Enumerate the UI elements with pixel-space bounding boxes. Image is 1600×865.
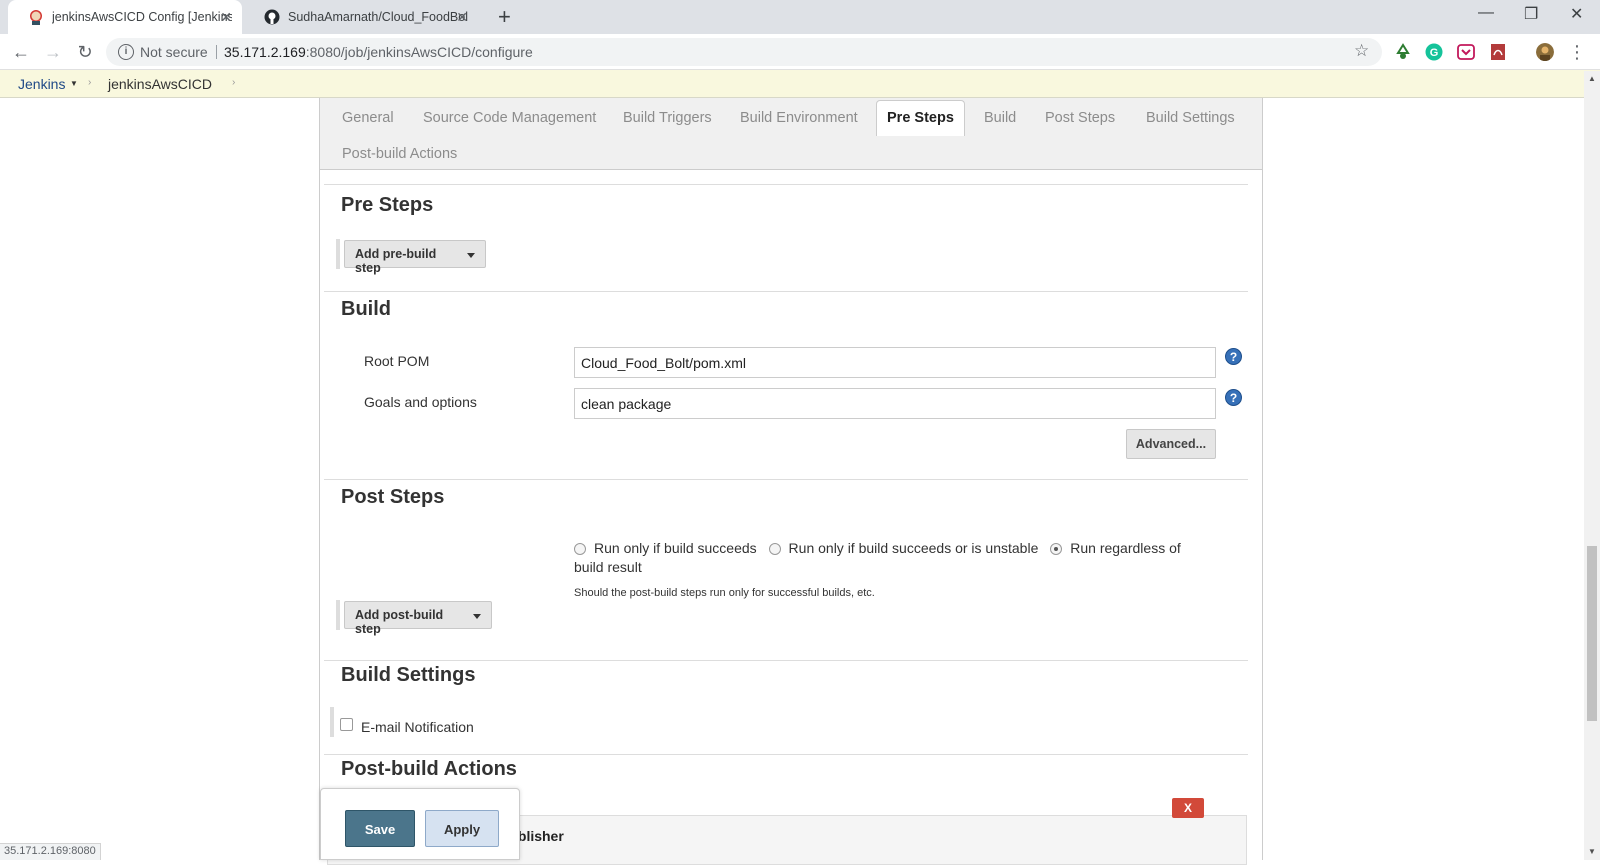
- tab-build-settings[interactable]: Build Settings: [1146, 110, 1235, 126]
- url-path: :8080/job/jenkinsAwsCICD/configure: [305, 44, 533, 60]
- browser-tab-strip: jenkinsAwsCICD Config [Jenkins] ✕ SudhaA…: [0, 0, 1600, 34]
- breadcrumb-separator-icon[interactable]: ›: [232, 77, 235, 88]
- tab-post-steps[interactable]: Post Steps: [1045, 110, 1115, 126]
- section-indent-bar: [330, 707, 334, 737]
- post-build-actions-heading: Post-build Actions: [341, 758, 517, 780]
- tab-build-environment[interactable]: Build Environment: [740, 110, 858, 126]
- page-scrollbar[interactable]: ▲ ▼: [1584, 71, 1600, 860]
- divider: [216, 45, 217, 59]
- radio-label: Run only if build succeeds: [594, 540, 757, 556]
- section-divider: [324, 291, 1248, 292]
- url-host: 35.171.2.169: [224, 44, 306, 60]
- section-indent-bar: [336, 600, 340, 630]
- address-bar[interactable]: i Not secure 35.171.2.169:8080/job/jenki…: [106, 38, 1382, 66]
- section-divider: [324, 479, 1248, 480]
- post-steps-heading: Post Steps: [341, 486, 445, 508]
- tab-title: jenkinsAwsCICD Config [Jenkins]: [52, 10, 232, 24]
- minimize-icon[interactable]: —: [1478, 4, 1494, 22]
- add-pre-build-step-label: Add pre-build step: [355, 247, 437, 275]
- status-url: 35.171.2.169:8080: [0, 843, 101, 860]
- tab-general[interactable]: General: [342, 110, 394, 126]
- recycle-extension-icon[interactable]: [1394, 43, 1412, 61]
- jenkins-icon: [30, 10, 42, 25]
- info-icon[interactable]: i: [118, 44, 134, 60]
- section-indent-bar: [336, 239, 340, 269]
- tab-build[interactable]: Build: [984, 110, 1016, 126]
- email-notification-checkbox[interactable]: [340, 718, 353, 731]
- scrollbar-thumb[interactable]: [1587, 546, 1597, 721]
- profile-avatar[interactable]: [1536, 43, 1554, 61]
- post-steps-description: Should the post-build steps run only for…: [574, 587, 875, 599]
- radio-success-only[interactable]: [574, 543, 586, 555]
- breadcrumb: Jenkins ▼ › jenkinsAwsCICD ›: [0, 70, 1600, 98]
- help-icon[interactable]: ?: [1225, 389, 1242, 406]
- svg-text:G: G: [1430, 47, 1439, 59]
- scroll-up-icon[interactable]: ▲: [1588, 74, 1596, 83]
- config-tab-bar: General Source Code Management Build Tri…: [320, 98, 1262, 170]
- delete-publisher-button[interactable]: X: [1172, 798, 1204, 818]
- browser-tab-jenkins[interactable]: jenkinsAwsCICD Config [Jenkins] ✕: [8, 0, 242, 34]
- help-icon[interactable]: ?: [1225, 348, 1242, 365]
- advanced-button[interactable]: Advanced...: [1126, 429, 1216, 459]
- goals-label: Goals and options: [364, 394, 477, 410]
- reload-icon[interactable]: ↻: [74, 41, 96, 63]
- radio-success-or-unstable[interactable]: [768, 543, 781, 555]
- breadcrumb-job[interactable]: jenkinsAwsCICD: [108, 76, 212, 92]
- breadcrumb-jenkins[interactable]: Jenkins: [18, 76, 65, 92]
- radio-regardless[interactable]: [1050, 543, 1063, 555]
- build-heading: Build: [341, 298, 391, 320]
- back-icon[interactable]: ←: [10, 41, 32, 63]
- add-pre-build-step-button[interactable]: Add pre-build step: [344, 240, 486, 275]
- tab-source-code-management[interactable]: Source Code Management: [423, 110, 596, 126]
- config-panel: General Source Code Management Build Tri…: [319, 98, 1263, 865]
- goals-input[interactable]: [574, 388, 1216, 419]
- browser-menu-icon[interactable]: ⋮: [1566, 41, 1588, 63]
- email-notification-label: E-mail Notification: [361, 719, 474, 735]
- new-tab-button[interactable]: +: [498, 6, 511, 28]
- restore-icon[interactable]: ❐: [1524, 4, 1538, 24]
- close-tab-icon[interactable]: ✕: [456, 9, 468, 25]
- security-label: Not secure: [140, 44, 208, 60]
- section-divider: [324, 184, 1248, 185]
- build-settings-heading: Build Settings: [341, 664, 476, 686]
- tab-title: SudhaAmarnath/Cloud_FoodBolt: [288, 10, 468, 24]
- caret-down-icon: [467, 253, 475, 258]
- tab-post-build-actions[interactable]: Post-build Actions: [342, 146, 457, 162]
- chevron-down-icon[interactable]: ▼: [70, 79, 78, 88]
- scroll-down-icon[interactable]: ▼: [1588, 847, 1596, 856]
- pdf-extension-icon[interactable]: [1489, 43, 1507, 61]
- root-pom-label: Root POM: [364, 353, 430, 369]
- root-pom-input[interactable]: [574, 347, 1216, 378]
- caret-down-icon: [473, 614, 481, 619]
- add-post-build-step-label: Add post-build step: [355, 608, 444, 636]
- section-divider: [324, 660, 1248, 661]
- url-text[interactable]: 35.171.2.169:8080/job/jenkinsAwsCICD/con…: [224, 44, 533, 60]
- github-icon: [264, 9, 280, 25]
- forward-icon[interactable]: →: [42, 41, 64, 63]
- pre-steps-heading: Pre Steps: [341, 194, 434, 216]
- breadcrumb-separator-icon: ›: [88, 77, 92, 88]
- save-button[interactable]: Save: [345, 810, 415, 847]
- window-close-icon[interactable]: ✕: [1570, 4, 1583, 24]
- bottom-sticker: Save Apply: [320, 788, 520, 860]
- apply-button[interactable]: Apply: [425, 810, 499, 847]
- section-divider: [324, 754, 1248, 755]
- radio-label: Run only if build succeeds or is unstabl…: [788, 540, 1039, 556]
- browser-tab-github[interactable]: SudhaAmarnath/Cloud_FoodBolt ✕: [244, 0, 478, 34]
- tab-build-triggers[interactable]: Build Triggers: [623, 110, 712, 126]
- tab-pre-steps[interactable]: Pre Steps: [876, 100, 965, 136]
- post-steps-run-condition: Run only if build succeeds Run only if b…: [574, 539, 1214, 577]
- grammarly-icon[interactable]: G: [1425, 43, 1443, 61]
- add-post-build-step-button[interactable]: Add post-build step: [344, 601, 492, 636]
- close-tab-icon[interactable]: ✕: [220, 9, 232, 25]
- bookmark-star-icon[interactable]: ☆: [1354, 41, 1369, 61]
- pocket-icon[interactable]: [1457, 43, 1475, 61]
